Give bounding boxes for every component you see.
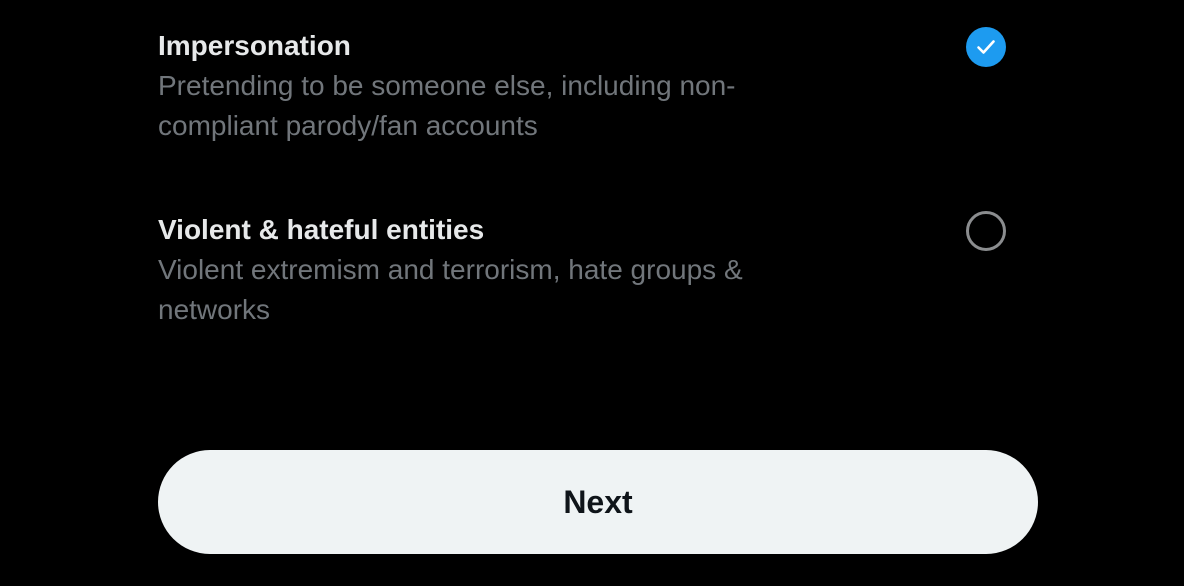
option-title: Impersonation (158, 30, 351, 61)
option-title: Violent & hateful entities (158, 214, 485, 245)
option-violent-hateful-entities[interactable]: Violent & hateful entities Violent extre… (158, 210, 1038, 330)
option-description: Violent extremism and terrorism, hate gr… (158, 254, 743, 325)
option-impersonation[interactable]: Impersonation Pretending to be someone e… (158, 26, 1038, 146)
next-button[interactable]: Next (158, 450, 1038, 554)
radio-unchecked[interactable] (966, 211, 1006, 251)
option-description: Pretending to be someone else, including… (158, 70, 736, 141)
check-icon (977, 40, 995, 54)
radio-checked[interactable] (966, 27, 1006, 67)
